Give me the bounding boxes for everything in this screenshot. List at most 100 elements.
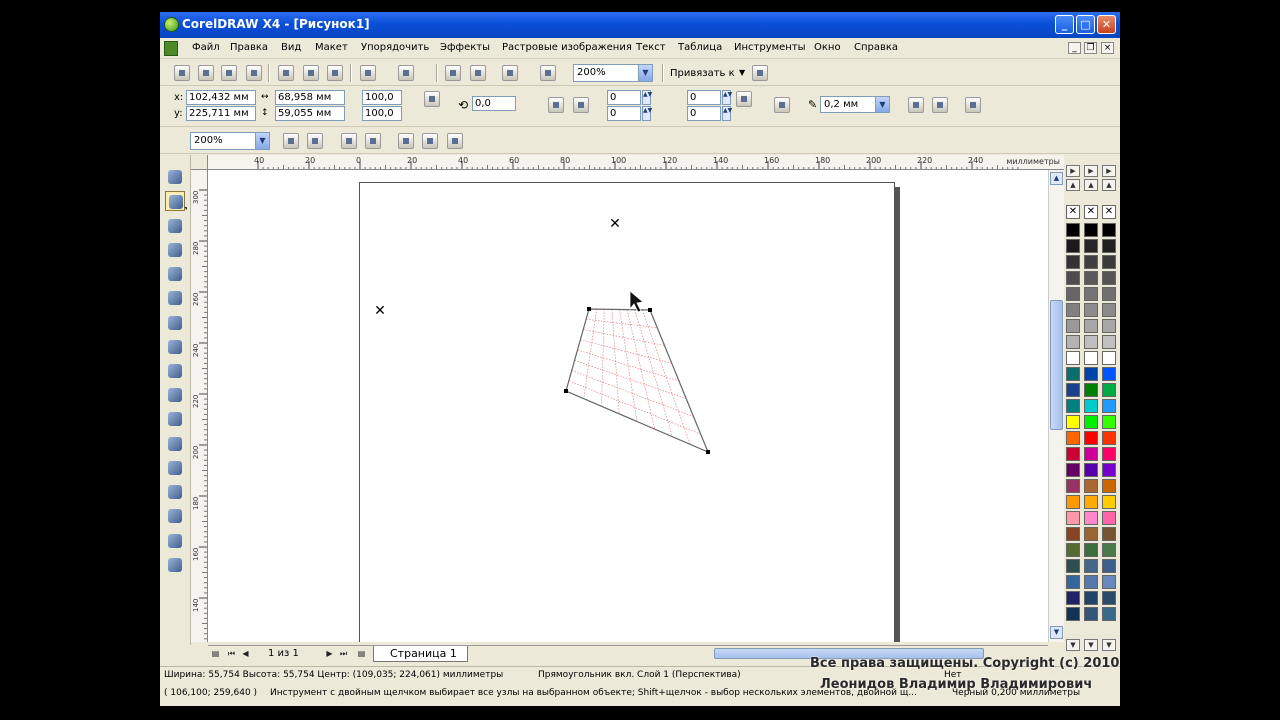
import-icon[interactable]: [445, 65, 461, 81]
zoom-selected-icon[interactable]: [341, 133, 357, 149]
coreldraw-app-icon[interactable]: [164, 17, 179, 32]
scale-x-field[interactable]: 100,0: [362, 90, 402, 105]
freehand-tool[interactable]: [165, 264, 185, 284]
outline-tool[interactable]: [165, 506, 185, 526]
welcome-screen-icon[interactable]: [540, 65, 556, 81]
color-swatch[interactable]: [1066, 239, 1080, 253]
color-swatch[interactable]: [1084, 223, 1098, 237]
palette-flyout-button[interactable]: ▶: [1102, 165, 1116, 177]
menu-file[interactable]: Файл: [192, 42, 220, 53]
color-swatch[interactable]: [1066, 399, 1080, 413]
color-swatch[interactable]: [1084, 287, 1098, 301]
color-swatch[interactable]: [1102, 239, 1116, 253]
spin-arrows-icon[interactable]: ▲▼: [722, 106, 732, 121]
options-icon[interactable]: [752, 65, 768, 81]
vertical-scroll-thumb[interactable]: [1050, 300, 1063, 430]
add-page-after-icon[interactable]: ▤: [356, 648, 367, 659]
drawing-canvas[interactable]: ✕ ✕: [208, 170, 1048, 642]
export-icon[interactable]: [470, 65, 486, 81]
color-swatch[interactable]: [1066, 527, 1080, 541]
add-page-icon[interactable]: ▤: [210, 648, 221, 659]
rectangle-tool[interactable]: [165, 313, 185, 333]
palette-flyout-button[interactable]: ▶: [1066, 165, 1080, 177]
lock-ratio-icon[interactable]: [424, 91, 440, 107]
color-swatch[interactable]: [1084, 607, 1098, 621]
menu-text[interactable]: Текст: [636, 42, 666, 53]
mirror-vertical-icon[interactable]: [573, 97, 589, 113]
color-swatch[interactable]: [1084, 479, 1098, 493]
color-swatch[interactable]: [1066, 287, 1080, 301]
previous-page-button[interactable]: ◀: [240, 648, 251, 659]
color-swatch[interactable]: [1102, 575, 1116, 589]
spin-arrows-icon[interactable]: ▲▼: [642, 106, 652, 121]
color-swatch[interactable]: [1066, 367, 1080, 381]
color-swatch[interactable]: [1102, 559, 1116, 573]
color-swatch[interactable]: [1102, 383, 1116, 397]
page-tab-1[interactable]: Страница 1: [373, 646, 468, 662]
wrap-text-icon[interactable]: [774, 97, 790, 113]
chevron-down-icon[interactable]: ▼: [255, 133, 269, 149]
vertical-scrollbar[interactable]: ▲ ▼: [1048, 170, 1064, 642]
palette-scroll-up-button[interactable]: ▲: [1102, 179, 1116, 191]
color-swatch[interactable]: [1084, 303, 1098, 317]
vanishing-point-marker[interactable]: ✕: [609, 216, 621, 232]
color-swatch[interactable]: [1084, 431, 1098, 445]
color-swatch[interactable]: [1084, 543, 1098, 557]
color-swatch[interactable]: [1066, 383, 1080, 397]
palette-scroll-up-button[interactable]: ▲: [1084, 179, 1098, 191]
mdi-restore-button[interactable]: ❐: [1084, 42, 1097, 54]
color-swatch[interactable]: [1066, 431, 1080, 445]
color-swatch[interactable]: [1084, 415, 1098, 429]
color-swatch[interactable]: [1084, 383, 1098, 397]
corner-field-a[interactable]: 0: [607, 90, 641, 105]
vanishing-point-marker[interactable]: ✕: [374, 303, 386, 319]
close-button[interactable]: ✕: [1097, 15, 1116, 34]
color-swatch[interactable]: [1066, 575, 1080, 589]
zoom-tool[interactable]: [165, 240, 185, 260]
undo-icon[interactable]: [360, 65, 376, 81]
no-color-swatch[interactable]: ✕: [1102, 205, 1116, 219]
color-swatch[interactable]: [1102, 415, 1116, 429]
chevron-down-icon[interactable]: ▼: [739, 68, 745, 77]
zoom-in-icon[interactable]: [283, 133, 299, 149]
color-swatch[interactable]: [1084, 527, 1098, 541]
color-swatch[interactable]: [1102, 607, 1116, 621]
color-swatch[interactable]: [1066, 335, 1080, 349]
corner-field-c[interactable]: 0: [687, 90, 721, 105]
color-swatch[interactable]: [1084, 255, 1098, 269]
interactive-blend-tool[interactable]: [165, 458, 185, 478]
table-tool[interactable]: [165, 434, 185, 454]
color-swatch[interactable]: [1084, 367, 1098, 381]
application-launcher-icon[interactable]: [502, 65, 518, 81]
menu-edit[interactable]: Правка: [230, 42, 268, 53]
y-position-field[interactable]: 225,711 мм: [186, 106, 256, 121]
zoom-page-height-icon[interactable]: [447, 133, 463, 149]
color-swatch[interactable]: [1102, 319, 1116, 333]
color-swatch[interactable]: [1084, 559, 1098, 573]
color-swatch[interactable]: [1102, 367, 1116, 381]
save-icon[interactable]: [221, 65, 237, 81]
color-swatch[interactable]: [1102, 303, 1116, 317]
color-swatch[interactable]: [1102, 335, 1116, 349]
color-swatch[interactable]: [1066, 463, 1080, 477]
zoom-all-objects-icon[interactable]: [365, 133, 381, 149]
color-swatch[interactable]: [1102, 399, 1116, 413]
color-swatch[interactable]: [1084, 447, 1098, 461]
shape-tool[interactable]: [165, 191, 187, 211]
fill-tool[interactable]: [165, 531, 185, 551]
color-swatch[interactable]: [1084, 511, 1098, 525]
text-tool[interactable]: [165, 409, 185, 429]
scroll-up-button[interactable]: ▲: [1050, 172, 1063, 185]
pick-tool[interactable]: [165, 167, 185, 187]
title-bar[interactable]: CorelDRAW X4 - [Рисунок1] _ □ ✕: [160, 12, 1120, 38]
document-icon[interactable]: [164, 41, 178, 56]
to-front-icon[interactable]: [908, 97, 924, 113]
x-position-field[interactable]: 102,432 мм: [186, 90, 256, 105]
palette-scroll-down-button[interactable]: ▼: [1102, 639, 1116, 651]
menu-view[interactable]: Вид: [281, 42, 301, 53]
color-swatch[interactable]: [1102, 351, 1116, 365]
redo-icon[interactable]: [398, 65, 414, 81]
color-swatch[interactable]: [1102, 479, 1116, 493]
color-swatch[interactable]: [1102, 255, 1116, 269]
color-swatch[interactable]: [1102, 287, 1116, 301]
